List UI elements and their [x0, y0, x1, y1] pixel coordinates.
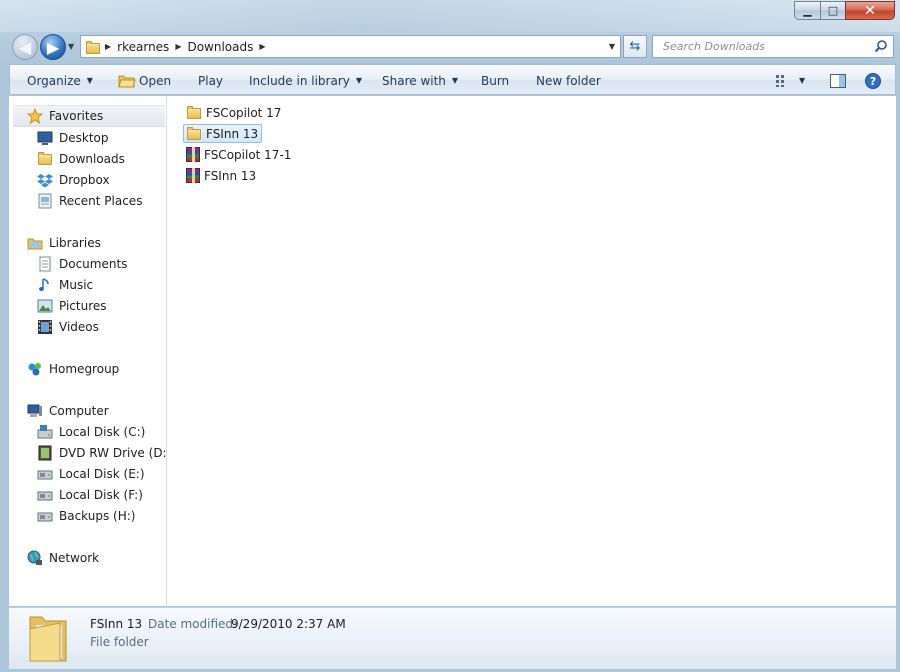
folder-icon [186, 105, 202, 121]
chevron-right-icon[interactable]: ▶ [105, 42, 111, 51]
close-button[interactable]: ✕ [845, 1, 895, 20]
command-bar: Organize ▼ Open Play Include in library ▼ … [9, 64, 896, 95]
details-date-value: 9/29/2010 2:37 AM [231, 617, 346, 631]
computer-icon [27, 404, 42, 417]
desktop-icon [37, 131, 53, 145]
maximize-button[interactable]: □ [820, 1, 846, 20]
nav-local-disk-c[interactable]: Local Disk (C:) [37, 421, 145, 442]
nav-libraries[interactable]: Libraries [27, 232, 101, 253]
help-button[interactable]: ? [865, 65, 881, 96]
organize-button[interactable]: Organize ▼ [27, 65, 93, 96]
chevron-down-icon: ▼ [86, 76, 93, 85]
nav-homegroup[interactable]: Homegroup [27, 358, 119, 379]
dropbox-icon [37, 173, 53, 187]
archive-icon [186, 147, 200, 162]
nav-recent-places[interactable]: Recent Places [37, 190, 142, 211]
nav-desktop[interactable]: Desktop [37, 127, 109, 148]
nav-backups-h[interactable]: Backups (H:) [37, 505, 135, 526]
star-icon [27, 107, 43, 124]
dvd-drive-icon [38, 445, 52, 460]
back-button[interactable]: ◀ [12, 34, 38, 60]
system-drive-icon [37, 424, 53, 438]
address-dropdown-icon[interactable]: ▼ [609, 42, 615, 51]
nav-network[interactable]: Network [27, 547, 99, 568]
breadcrumb-user[interactable]: rkearnes [117, 40, 169, 54]
nav-local-disk-f[interactable]: Local Disk (F:) [37, 484, 143, 505]
share-with-button[interactable]: Share with ▼ [382, 65, 458, 96]
hard-drive-icon [37, 512, 53, 521]
hard-drive-icon [37, 491, 53, 500]
chevron-down-icon: ▼ [355, 76, 363, 85]
nav-computer[interactable]: Computer [27, 400, 109, 421]
forward-button[interactable]: ▶ [40, 34, 66, 60]
title-bar [0, 0, 900, 32]
details-file-type: File folder [90, 635, 149, 649]
back-arrow-icon: ◀ [18, 37, 32, 57]
help-icon: ? [865, 72, 881, 89]
search-input[interactable] [661, 39, 875, 54]
forward-arrow-icon: ▶ [46, 37, 60, 57]
nav-music[interactable]: Music [37, 274, 93, 295]
list-item[interactable]: FSInn 13 [183, 166, 260, 185]
change-view-button[interactable]: ▼ [775, 65, 805, 96]
pictures-icon [37, 299, 53, 312]
navigation-pane: Favorites Desktop Downloads Dropbox Rece… [9, 96, 167, 606]
archive-icon [186, 168, 200, 183]
details-pane: FSInn 13 Date modified: 9/29/2010 2:37 A… [9, 607, 896, 669]
downloads-folder-icon [37, 151, 53, 167]
chevron-down-icon: ▼ [799, 76, 806, 85]
chevron-right-icon[interactable]: ▶ [259, 42, 265, 51]
nav-local-disk-e[interactable]: Local Disk (E:) [37, 463, 145, 484]
search-icon[interactable] [874, 39, 888, 53]
minimize-button[interactable]: ▁ [794, 1, 821, 20]
folder-icon [85, 40, 100, 54]
open-folder-icon [118, 75, 136, 87]
preview-pane-button[interactable] [830, 65, 846, 96]
list-item[interactable]: FSCopilot 17 [183, 103, 285, 122]
nav-dropbox[interactable]: Dropbox [37, 169, 110, 190]
play-button[interactable]: Play [198, 65, 223, 96]
preview-pane-icon [830, 73, 846, 88]
view-grid-icon [776, 74, 784, 87]
burn-button[interactable]: Burn [481, 65, 509, 96]
details-file-name: FSInn 13 [90, 617, 143, 631]
nav-favorites[interactable]: Favorites [27, 105, 103, 126]
nav-videos[interactable]: Videos [37, 316, 99, 337]
new-folder-button[interactable]: New folder [536, 65, 601, 96]
chevron-right-icon[interactable]: ▶ [175, 42, 181, 51]
chevron-down-icon: ▼ [451, 76, 459, 85]
documents-icon [39, 256, 51, 271]
folder-icon [186, 126, 202, 142]
breadcrumb-downloads[interactable]: Downloads [187, 40, 253, 54]
large-folder-icon [29, 616, 67, 662]
list-item[interactable]: FSInn 13 [183, 124, 263, 143]
nav-downloads[interactable]: Downloads [37, 148, 125, 169]
details-date-label: Date modified: [148, 617, 238, 631]
search-box[interactable] [652, 35, 894, 58]
refresh-icon: ⇆ [629, 39, 641, 54]
videos-icon [38, 319, 52, 334]
explorer-window: ▁ □ ✕ ◀ ▶ ▼ ▶ rkearnes ▶ Downloads ▶ ▼ ⇆… [0, 0, 900, 672]
music-icon [39, 277, 49, 291]
recent-places-icon [38, 193, 52, 208]
nav-documents[interactable]: Documents [37, 253, 127, 274]
recent-pages-dropdown[interactable]: ▼ [68, 42, 74, 51]
hard-drive-icon [37, 470, 53, 479]
nav-pictures[interactable]: Pictures [37, 295, 107, 316]
svg-text:?: ? [870, 75, 876, 88]
network-icon [27, 550, 42, 565]
address-bar[interactable]: ▶ rkearnes ▶ Downloads ▶ ▼ [80, 35, 621, 58]
file-list: FSCopilot 17 FSInn 13 FSCopilot 17-1 FSI… [167, 96, 896, 606]
nav-dvd-rw-drive[interactable]: DVD RW Drive (D:) G [37, 442, 166, 463]
libraries-icon [27, 238, 43, 249]
open-button[interactable]: Open [118, 65, 171, 96]
homegroup-icon [28, 362, 41, 375]
include-in-library-button[interactable]: Include in library ▼ [249, 65, 362, 96]
list-item[interactable]: FSCopilot 17-1 [183, 145, 295, 164]
refresh-button[interactable]: ⇆ [623, 35, 647, 58]
